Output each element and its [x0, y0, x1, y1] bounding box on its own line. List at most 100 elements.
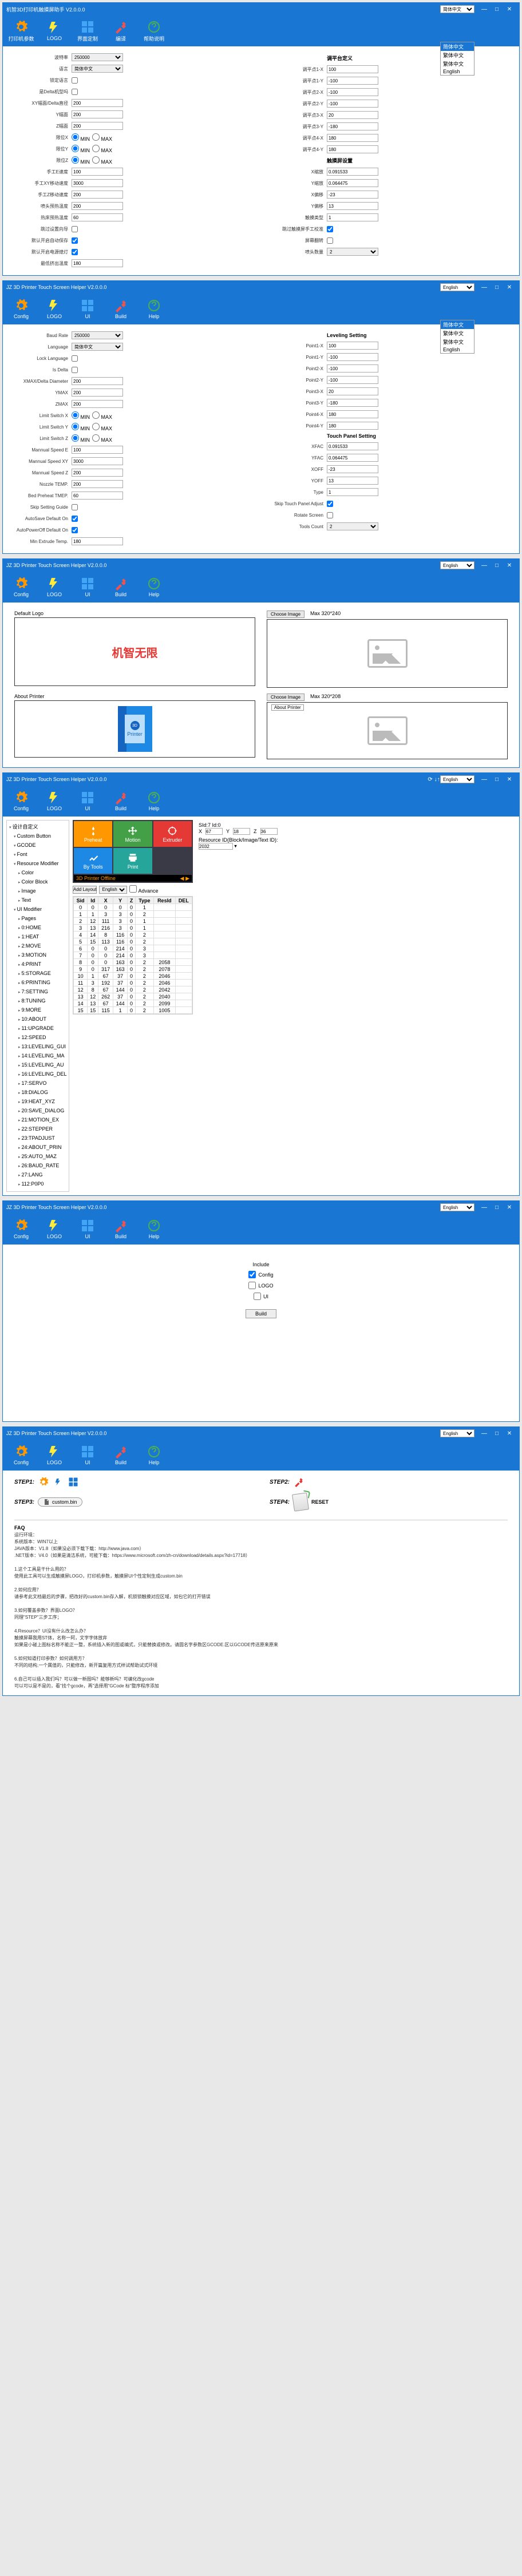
- text-input[interactable]: [327, 488, 378, 496]
- text-input[interactable]: [72, 446, 123, 454]
- table-row[interactable]: 800163022058: [74, 959, 192, 966]
- checkbox-input[interactable]: [72, 89, 78, 95]
- toolbar-ui-button[interactable]: UI: [72, 787, 104, 815]
- toolbar-logo-button[interactable]: LOGO: [38, 1441, 70, 1469]
- resource-id-input[interactable]: [199, 843, 233, 850]
- toolbar-ui-button[interactable]: 界面定制: [72, 17, 104, 45]
- choose-image-button[interactable]: Choose Image: [267, 693, 304, 701]
- maximize-button[interactable]: □: [491, 561, 503, 570]
- text-input[interactable]: [327, 364, 378, 372]
- toolbar-ui-button[interactable]: UI: [72, 573, 104, 601]
- table-row[interactable]: 131226237022040: [74, 993, 192, 1000]
- tree-item[interactable]: 23:TPADJUST: [18, 1134, 66, 1143]
- tree-item[interactable]: 6:PRINTING: [18, 978, 66, 988]
- tree-item[interactable]: 13:LEVELING_GUI: [18, 1043, 66, 1052]
- checkbox-input[interactable]: [72, 249, 78, 255]
- build-button[interactable]: Build: [246, 1309, 276, 1318]
- close-button[interactable]: ✕: [503, 561, 516, 570]
- radio-input[interactable]: [72, 145, 79, 152]
- lang-option[interactable]: 繁体中文: [441, 51, 474, 60]
- tree-item[interactable]: 10:ABOUT: [18, 1015, 66, 1024]
- tile-extruder[interactable]: Extruder: [153, 821, 192, 847]
- resource-tree[interactable]: 设计自定义Custom ButtonGCODEFontResource Modi…: [6, 820, 69, 1192]
- checkbox-input[interactable]: [72, 355, 78, 362]
- tree-item[interactable]: 4:PRINT: [18, 960, 66, 969]
- checkbox-input[interactable]: [327, 226, 333, 232]
- text-input[interactable]: [327, 145, 378, 153]
- text-input[interactable]: [72, 168, 123, 176]
- tree-item[interactable]: GCODE: [14, 841, 66, 850]
- tree-item[interactable]: Color: [18, 869, 66, 878]
- dropdown-icon[interactable]: ▾: [234, 843, 237, 849]
- lang-option[interactable]: English: [441, 68, 474, 75]
- select-input[interactable]: 250000: [72, 53, 123, 61]
- text-input[interactable]: [327, 442, 378, 450]
- minimize-button[interactable]: —: [478, 775, 491, 784]
- minimize-button[interactable]: —: [478, 1429, 491, 1438]
- text-input[interactable]: [72, 191, 123, 199]
- tree-item[interactable]: Pages: [18, 914, 66, 924]
- radio-input[interactable]: [92, 145, 100, 152]
- y-input[interactable]: [233, 828, 250, 835]
- text-input[interactable]: [72, 469, 123, 477]
- toolbar-logo-button[interactable]: LOGO: [38, 787, 70, 815]
- toolbar-help-button[interactable]: Help: [138, 1215, 170, 1243]
- toolbar-config-button[interactable]: Config: [5, 1441, 37, 1469]
- table-row[interactable]: 15151151021005: [74, 1007, 192, 1014]
- tree-item[interactable]: 设计自定义: [9, 823, 66, 832]
- tree-item[interactable]: 16:LEVELING_DEL: [18, 1070, 66, 1079]
- toolbar-help-button[interactable]: Help: [138, 295, 170, 323]
- tree-item[interactable]: Image: [18, 887, 66, 896]
- table-row[interactable]: 1016737022046: [74, 973, 192, 980]
- text-input[interactable]: [327, 387, 378, 395]
- tree-item[interactable]: 2:MOVE: [18, 942, 66, 951]
- toolbar-build-button[interactable]: Build: [105, 787, 137, 815]
- text-input[interactable]: [72, 537, 123, 545]
- checkbox-input[interactable]: [327, 501, 333, 507]
- maximize-button[interactable]: □: [491, 775, 503, 784]
- checkbox-input[interactable]: [72, 504, 78, 510]
- text-input[interactable]: [327, 122, 378, 130]
- tree-item[interactable]: Text: [18, 896, 66, 905]
- tree-item[interactable]: UI Modifier: [14, 905, 66, 914]
- toolbar-build-button[interactable]: 编译: [105, 17, 137, 45]
- radio-input[interactable]: [92, 133, 100, 141]
- toolbar-build-button[interactable]: Build: [105, 1215, 137, 1243]
- z-input[interactable]: [260, 828, 278, 835]
- close-button[interactable]: ✕: [503, 1429, 516, 1438]
- tree-item[interactable]: 26:BAUD_RATE: [18, 1162, 66, 1171]
- text-input[interactable]: [72, 99, 123, 107]
- tile-print[interactable]: Print: [113, 848, 152, 874]
- table-row[interactable]: 51511311602: [74, 938, 192, 945]
- text-input[interactable]: [327, 168, 378, 176]
- include-config-checkbox[interactable]: [248, 1271, 256, 1278]
- tree-item[interactable]: 21:MOTION_EX: [18, 1116, 66, 1125]
- tree-item[interactable]: Resource Modifier: [14, 859, 66, 869]
- text-input[interactable]: [327, 88, 378, 96]
- radio-input[interactable]: [92, 423, 100, 430]
- tree-item[interactable]: 1:HEAT: [18, 933, 66, 942]
- checkbox-input[interactable]: [72, 226, 78, 232]
- include-logo-checkbox[interactable]: [248, 1282, 256, 1289]
- text-input[interactable]: [327, 179, 378, 187]
- text-input[interactable]: [72, 179, 123, 187]
- tree-item[interactable]: 19:HEAT_XYZ: [18, 1097, 66, 1107]
- checkbox-input[interactable]: [72, 527, 78, 533]
- text-input[interactable]: [327, 213, 378, 221]
- radio-input[interactable]: [72, 434, 79, 442]
- checkbox-input[interactable]: [72, 516, 78, 522]
- table-row[interactable]: 000001: [74, 904, 192, 911]
- text-input[interactable]: [327, 410, 378, 418]
- table-row[interactable]: 12867144022042: [74, 986, 192, 993]
- tree-item[interactable]: 12:SPEED: [18, 1033, 66, 1043]
- table-row[interactable]: 70021403: [74, 952, 192, 959]
- radio-input[interactable]: [72, 133, 79, 141]
- tree-item[interactable]: 5:STORAGE: [18, 969, 66, 978]
- toolbar-build-button[interactable]: Build: [105, 1441, 137, 1469]
- tree-item[interactable]: 18:DIALOG: [18, 1088, 66, 1097]
- toolbar-help-button[interactable]: Help: [138, 1441, 170, 1469]
- toolbar-ui-button[interactable]: UI: [72, 295, 104, 323]
- text-input[interactable]: [72, 122, 123, 130]
- tree-item[interactable]: 27:LANG: [18, 1171, 66, 1180]
- language-dropdown-list[interactable]: 简体中文 繁体中文 繁体中文 English: [440, 42, 474, 76]
